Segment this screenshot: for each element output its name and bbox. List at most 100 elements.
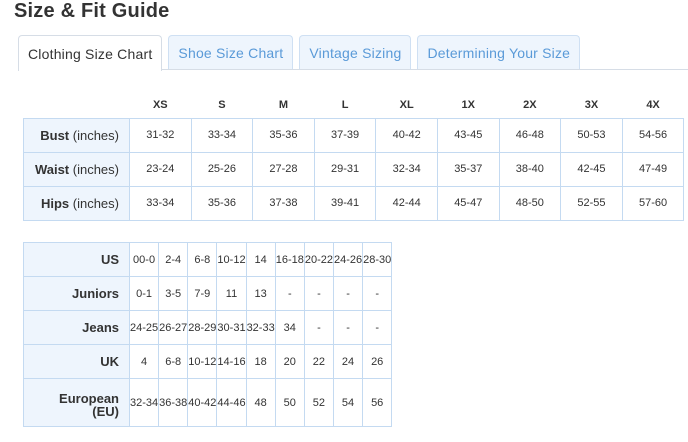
table-cell: 0-1 [128,276,160,311]
table-row: Juniors 0-1 3-5 7-9 11 13 - - - - [23,276,393,311]
table-row: Waist (inches) 23-24 25-26 27-28 29-31 3… [23,151,685,187]
table-cell: - [303,276,334,311]
table-cell: 30-31 [216,310,247,345]
table-cell: 3-5 [158,276,189,311]
size-header-row: XS S M L XL 1X 2X 3X 4X [24,93,684,118]
table-cell: 32-33 [245,310,276,345]
table-cell: 40-42 [375,117,438,153]
table-cell: 48 [245,378,276,427]
row-label-jeans: Jeans [23,310,130,345]
table-cell: 29-31 [313,151,377,187]
measurement-table: XS S M L XL 1X 2X 3X 4X Bust (inches) 31… [23,93,685,221]
table-cell: 44-46 [216,378,247,427]
table-cell: 45-47 [436,185,500,221]
table-cell: 25-26 [190,151,254,187]
table-cell: 33-34 [129,185,192,221]
row-label-unit: (inches) [69,127,119,143]
tab-clothing-size-chart[interactable]: Clothing Size Chart [18,35,163,71]
table-cell: 24 [332,344,364,379]
table-cell: 24-26 [332,242,364,277]
table-cell: - [332,310,364,345]
row-label-subtext: (EU) [92,403,119,419]
table-cell: 57-60 [621,185,685,221]
table-cell: 37-38 [252,185,315,221]
row-label-waist: Waist (inches) [23,151,130,187]
table-cell: 38-40 [498,151,562,187]
table-cell: - [332,276,364,311]
table-cell: - [362,310,393,345]
row-label-us: US [23,242,130,277]
row-label-text: Hips [40,195,70,211]
table-cell: 00-0 [128,242,160,277]
table-cell: 33-34 [190,117,254,153]
table-cell: 43-45 [436,117,500,153]
table-cell: 39-41 [313,185,377,221]
table-cell: 26-27 [158,310,189,345]
header-corner [24,93,130,118]
table-row: Hips (inches) 33-34 35-36 37-38 39-41 42… [23,185,685,221]
tab-vintage-sizing[interactable]: Vintage Sizing [299,35,412,70]
row-label-european: European (EU) [23,378,130,427]
tab-bar: Clothing Size Chart Shoe Size Chart Vint… [18,35,586,71]
size-header-1x: 1X [461,99,475,112]
row-label-unit: (inches) [69,161,119,177]
table-cell: 20-22 [303,242,334,277]
table-cell: 10-12 [187,344,218,379]
tab-shoe-size-chart[interactable]: Shoe Size Chart [168,35,294,70]
row-label-bust: Bust (inches) [23,117,130,153]
table-cell: 2-4 [158,242,189,277]
table-cell: 16-18 [274,242,305,277]
table-cell: 20 [274,344,305,379]
table-cell: 52-55 [560,185,623,221]
row-label-text: Waist [34,161,70,177]
table-cell: 50-53 [560,117,623,153]
table-cell: 11 [216,276,247,311]
size-header-4x: 4X [646,99,660,112]
table-cell: 23-24 [129,151,192,187]
table-cell: 4 [128,344,160,379]
table-cell: 46-48 [498,117,562,153]
table-cell: 54 [332,378,364,427]
tab-determining-your-size[interactable]: Determining Your Size [417,35,581,70]
table-cell: 56 [362,378,393,427]
table-cell: 35-37 [436,151,500,187]
table-cell: 22 [303,344,334,379]
table-cell: 47-49 [621,151,685,187]
table-row: US 00-0 2-4 6-8 10-12 14 16-18 20-22 24-… [23,242,393,277]
table-cell: 13 [245,276,276,311]
table-cell: 31-32 [129,117,192,153]
table-cell: 36-38 [158,378,189,427]
row-label-text: Bust [40,127,70,143]
table-cell: 54-56 [621,117,685,153]
table-cell: 10-12 [216,242,247,277]
table-cell: 24-25 [128,310,160,345]
table-cell: 6-8 [158,344,189,379]
table-cell: 28-30 [362,242,393,277]
table-cell: 40-42 [187,378,218,427]
table-cell: 50 [274,378,305,427]
table-cell: 32-34 [375,151,438,187]
table-cell: - [362,276,393,311]
conversion-table: US 00-0 2-4 6-8 10-12 14 16-18 20-22 24-… [23,242,393,427]
table-cell: 48-50 [498,185,562,221]
table-row: Jeans 24-25 26-27 28-29 30-31 32-33 34 -… [23,310,393,345]
page-title: Size & Fit Guide [14,0,170,22]
table-cell: 28-29 [187,310,218,345]
table-row: UK 4 6-8 10-12 14-16 18 20 22 24 26 [23,344,393,379]
table-cell: 52 [303,378,334,427]
table-row: Bust (inches) 31-32 33-34 35-36 37-39 40… [23,117,685,153]
size-header-xs: XS [152,99,168,112]
size-header-l: L [341,99,349,112]
table-cell: - [274,276,305,311]
size-header-2x: 2X [523,99,537,112]
table-cell: 18 [245,344,276,379]
row-label-uk: UK [23,344,130,379]
table-cell: 26 [362,344,393,379]
row-label-hips: Hips (inches) [23,185,130,221]
table-cell: - [303,310,334,345]
table-cell: 42-44 [375,185,438,221]
table-cell: 35-36 [190,185,254,221]
table-cell: 7-9 [187,276,218,311]
size-header-xl: XL [399,99,414,112]
table-cell: 32-34 [128,378,160,427]
